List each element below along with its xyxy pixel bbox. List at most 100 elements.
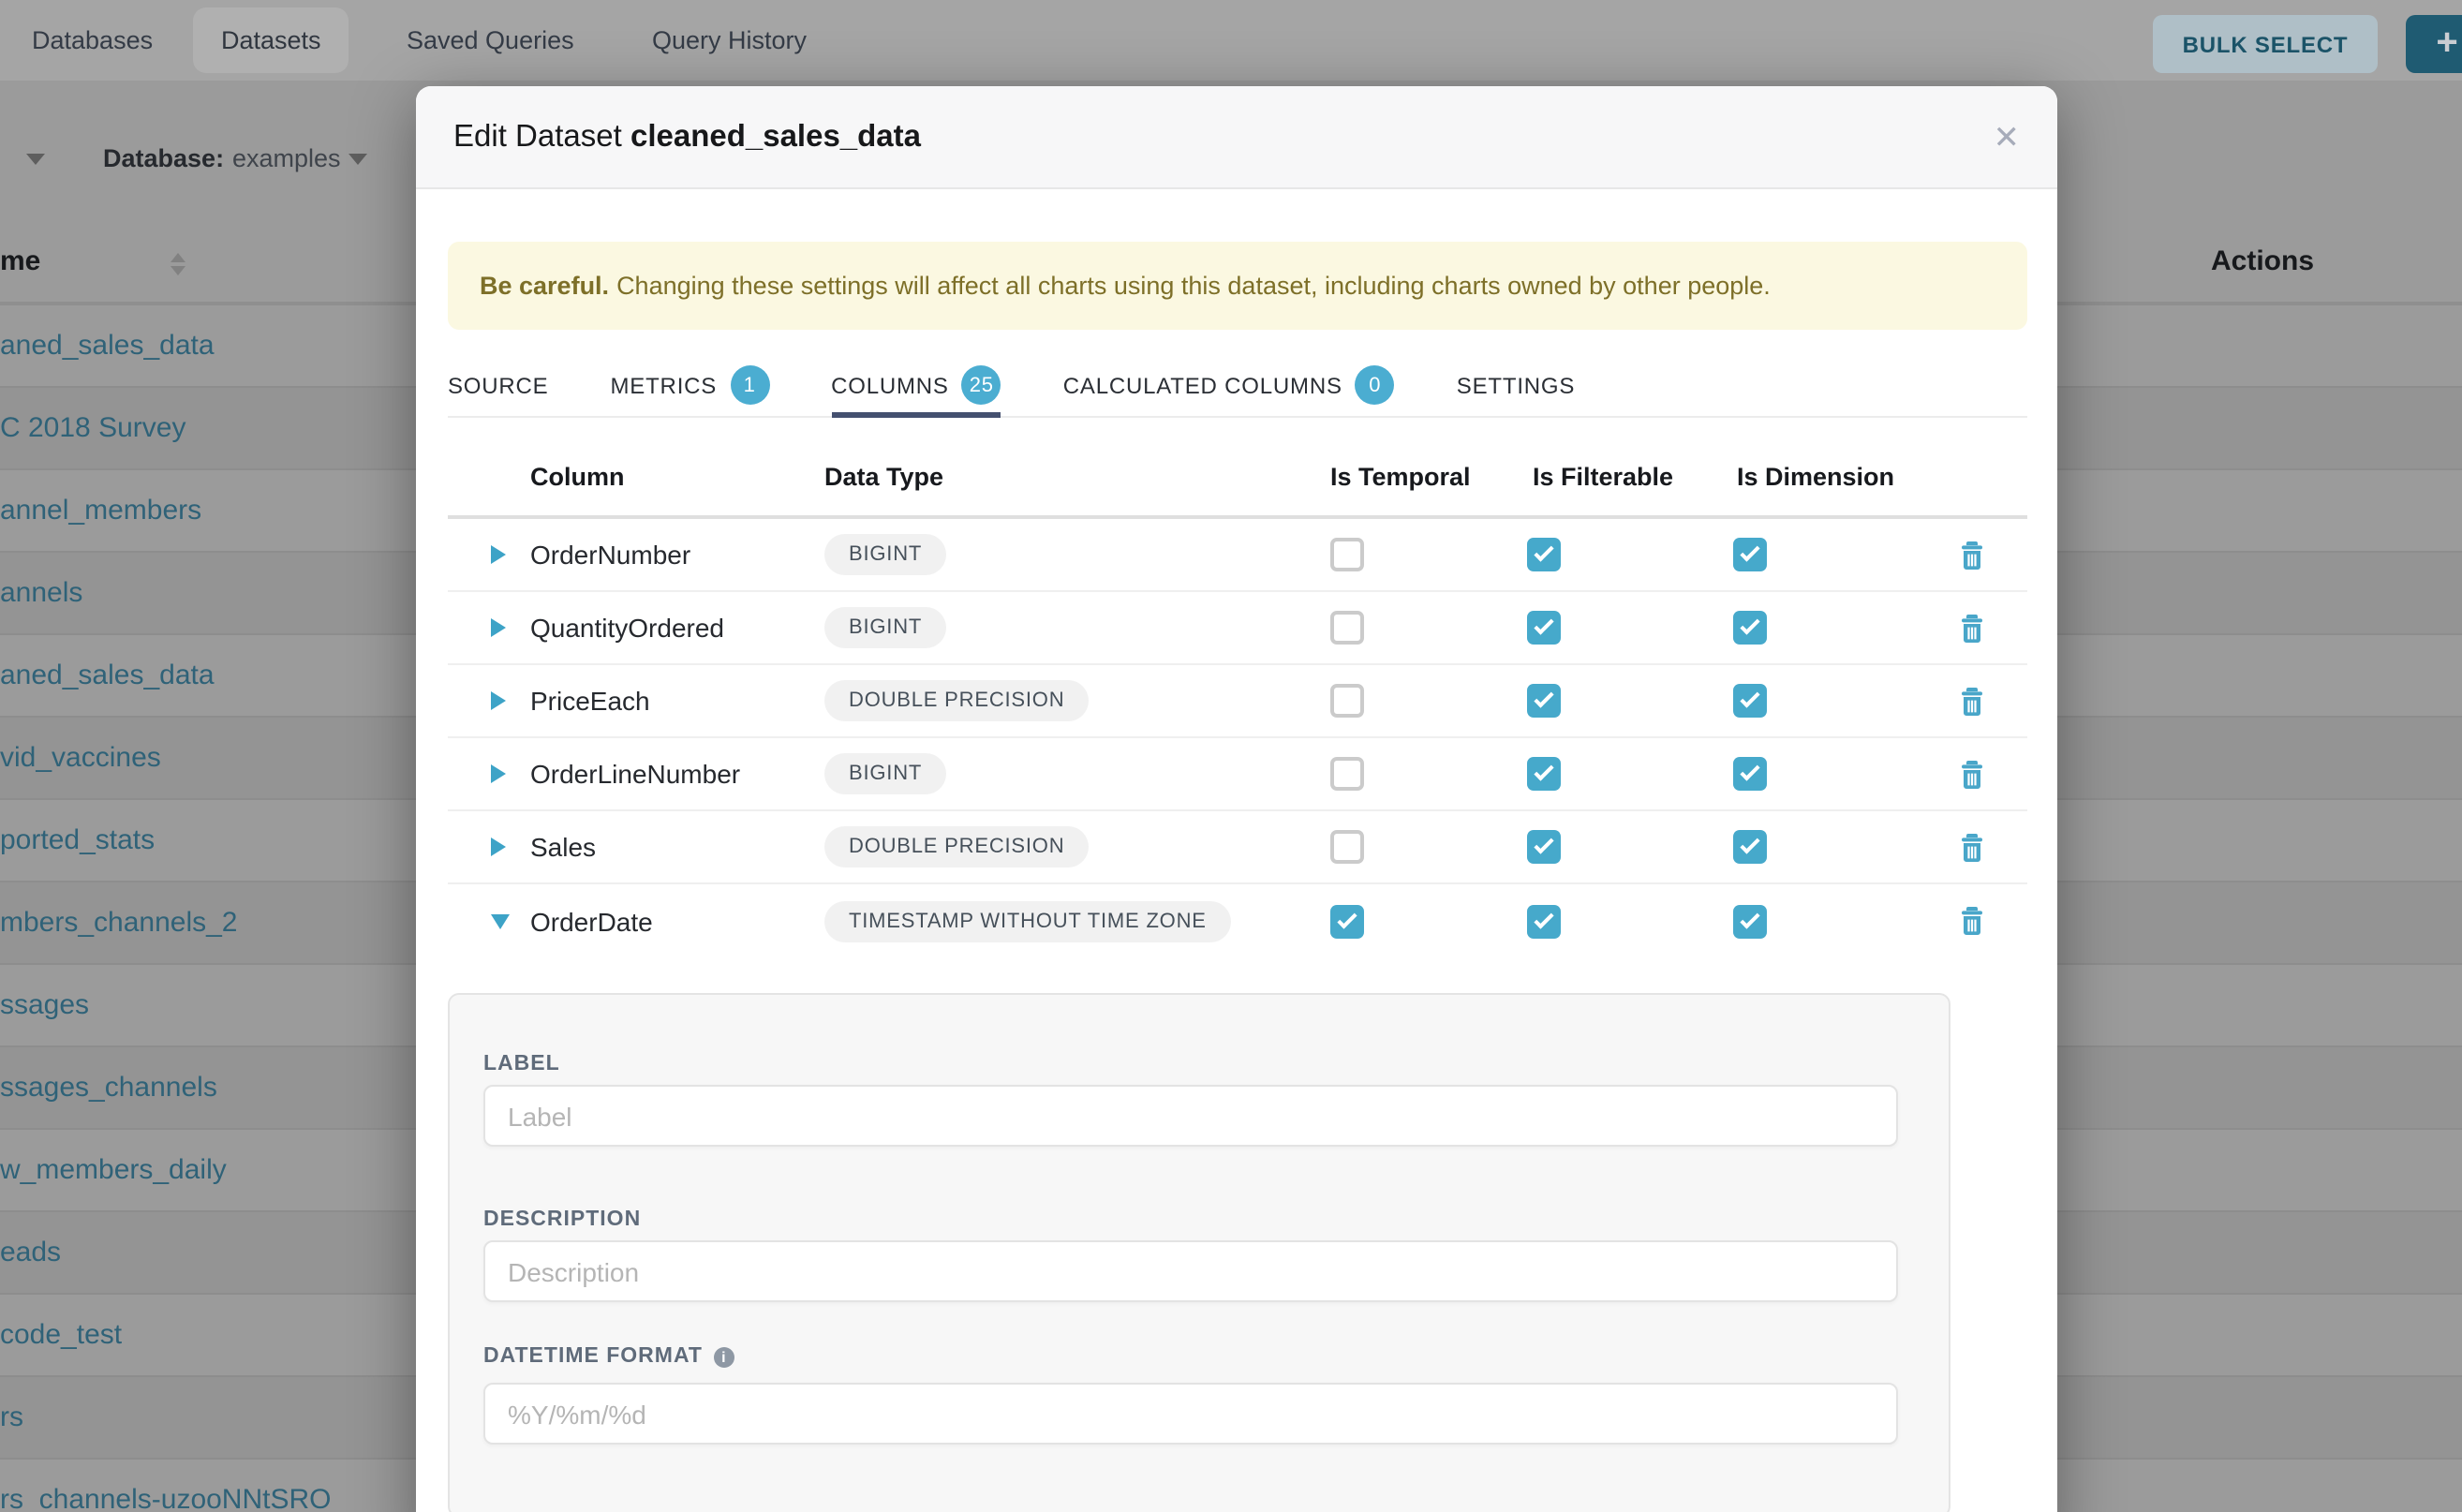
dataset-link[interactable]: annels (0, 576, 82, 608)
modal-title: Edit Dataset cleaned_sales_data (453, 119, 921, 155)
count-badge: 0 (1356, 365, 1395, 405)
chevron-down-icon[interactable] (349, 154, 367, 165)
is-dimension-checkbox[interactable] (1733, 904, 1767, 938)
field-label-text: DATETIME FORMAT (483, 1345, 703, 1368)
expand-caret-icon[interactable] (491, 691, 506, 710)
is-filterable-checkbox[interactable] (1527, 757, 1561, 791)
page: Databases Datasets Saved Queries Query H… (0, 0, 2462, 1512)
is-filterable-checkbox[interactable] (1527, 904, 1561, 938)
is-filterable-checkbox[interactable] (1527, 684, 1561, 718)
is-dimension-checkbox[interactable] (1733, 830, 1767, 864)
tab-metrics[interactable]: METRICS 1 (611, 354, 770, 416)
bulk-select-button[interactable]: BULK SELECT (2153, 15, 2378, 73)
dataset-link[interactable]: ported_stats (0, 823, 155, 855)
is-temporal-checkbox[interactable] (1330, 684, 1364, 718)
info-icon[interactable]: i (714, 1346, 734, 1367)
name-column-header[interactable]: me (0, 245, 40, 277)
column-name: OrderLineNumber (530, 759, 824, 789)
delete-icon[interactable] (1960, 614, 1984, 642)
warning-banner: Be careful. Changing these settings will… (448, 242, 2027, 330)
warning-bold: Be careful. (480, 272, 609, 300)
dataset-link[interactable]: w_members_daily (0, 1153, 227, 1185)
dataset-link[interactable]: ssages (0, 988, 89, 1020)
delete-icon[interactable] (1960, 687, 1984, 715)
description-input[interactable] (483, 1240, 1898, 1302)
column-name: OrderDate (530, 906, 824, 936)
dataset-link[interactable]: vid_vaccines (0, 741, 161, 773)
database-filter-label: Database: (103, 144, 224, 172)
collapse-caret-icon[interactable] (491, 913, 510, 928)
expand-caret-icon[interactable] (491, 838, 506, 856)
is-temporal-checkbox[interactable] (1330, 538, 1364, 571)
dataset-link[interactable]: rs_channels-uzooNNtSRO (0, 1483, 332, 1512)
modal-title-dataset: cleaned_sales_data (630, 119, 921, 153)
is-filterable-checkbox[interactable] (1527, 830, 1561, 864)
data-type-pill: DOUBLE PRECISION (824, 680, 1089, 721)
is-dimension-checkbox[interactable] (1733, 611, 1767, 645)
is-temporal-checkbox[interactable] (1330, 904, 1364, 938)
tab-label: METRICS (611, 372, 718, 398)
is-filterable-checkbox[interactable] (1527, 538, 1561, 571)
table-row: PriceEach DOUBLE PRECISION (448, 665, 2027, 738)
tab-source[interactable]: SOURCE (448, 354, 549, 416)
column-name: Sales (530, 832, 824, 862)
column-editor-panel: LABEL DESCRIPTION DATETIME FORMAT i (448, 993, 1950, 1512)
expand-caret-icon[interactable] (491, 545, 506, 564)
expand-caret-icon[interactable] (491, 618, 506, 637)
label-input[interactable] (483, 1085, 1898, 1147)
is-dimension-checkbox[interactable] (1733, 538, 1767, 571)
actions-column-header: Actions (2211, 245, 2314, 277)
count-badge: 1 (730, 365, 769, 405)
delete-icon[interactable] (1960, 760, 1984, 788)
delete-icon[interactable] (1960, 541, 1984, 569)
dataset-link[interactable]: aned_sales_data (0, 329, 215, 361)
datetime-format-field-label: DATETIME FORMAT i (483, 1345, 1894, 1368)
field-label-text: DESCRIPTION (483, 1208, 641, 1231)
header-data-type: Data Type (824, 463, 1321, 491)
database-filter-value[interactable]: examples (232, 144, 341, 172)
nav-item-datasets-active[interactable]: Datasets (193, 7, 349, 73)
nav-item-saved-queries[interactable]: Saved Queries (407, 0, 574, 81)
top-nav: Databases Datasets Saved Queries Query H… (0, 0, 2462, 81)
data-type-pill: BIGINT (824, 753, 946, 794)
dataset-link[interactable]: ssages_channels (0, 1071, 217, 1103)
nav-item-databases[interactable]: Databases (32, 0, 153, 81)
dataset-link[interactable]: code_test (0, 1318, 122, 1350)
table-row-expanded: OrderDate TIMESTAMP WITHOUT TIME ZONE (448, 884, 2027, 957)
is-filterable-checkbox[interactable] (1527, 611, 1561, 645)
table-row: OrderNumber BIGINT (448, 519, 2027, 592)
dataset-link[interactable]: mbers_channels_2 (0, 906, 238, 938)
chevron-down-icon[interactable] (26, 154, 45, 165)
count-badge: 25 (962, 365, 1001, 405)
nav-item-query-history[interactable]: Query History (652, 0, 807, 81)
is-temporal-checkbox[interactable] (1330, 757, 1364, 791)
tab-settings[interactable]: SETTINGS (1457, 354, 1575, 416)
add-dataset-button[interactable]: + (2406, 15, 2462, 73)
tab-columns[interactable]: COLUMNS 25 (831, 354, 1001, 416)
dataset-link[interactable]: annel_members (0, 494, 201, 526)
table-row: QuantityOrdered BIGINT (448, 592, 2027, 665)
delete-icon[interactable] (1960, 907, 1984, 935)
columns-table-header: Column Data Type Is Temporal Is Filterab… (448, 463, 2027, 519)
description-field-label: DESCRIPTION (483, 1208, 1894, 1231)
dataset-link[interactable]: rs (0, 1401, 23, 1432)
field-label-text: LABEL (483, 1053, 560, 1075)
close-icon[interactable]: ✕ (1994, 121, 2021, 153)
expand-caret-icon[interactable] (491, 764, 506, 783)
header-is-dimension: Is Dimension (1714, 463, 1921, 491)
modal-title-prefix: Edit Dataset (453, 119, 622, 153)
dataset-link[interactable]: eads (0, 1236, 61, 1267)
delete-icon[interactable] (1960, 833, 1984, 861)
data-type-pill: BIGINT (824, 607, 946, 648)
warning-text: Changing these settings will affect all … (616, 272, 1771, 300)
is-dimension-checkbox[interactable] (1733, 757, 1767, 791)
is-temporal-checkbox[interactable] (1330, 611, 1364, 645)
sort-icon[interactable] (171, 253, 185, 275)
is-temporal-checkbox[interactable] (1330, 830, 1364, 864)
dataset-link[interactable]: aned_sales_data (0, 659, 215, 690)
data-type-pill: BIGINT (824, 534, 946, 575)
datetime-format-input[interactable] (483, 1383, 1898, 1445)
is-dimension-checkbox[interactable] (1733, 684, 1767, 718)
tab-calculated-columns[interactable]: CALCULATED COLUMNS 0 (1063, 354, 1395, 416)
dataset-link[interactable]: C 2018 Survey (0, 411, 185, 443)
